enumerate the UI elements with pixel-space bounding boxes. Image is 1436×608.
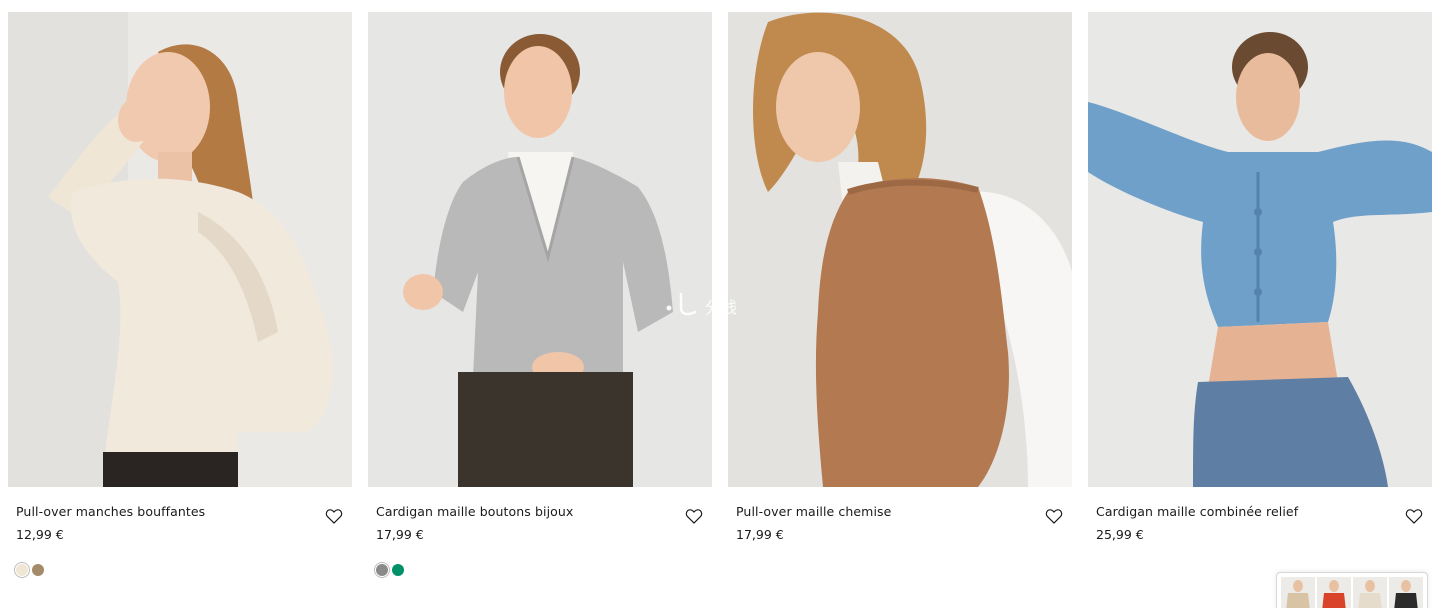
product-card[interactable]: Cardigan maille combinée relief 25,99 € xyxy=(1088,12,1432,587)
product-info: Cardigan maille boutons bijoux 17,99 € xyxy=(368,487,712,587)
product-card[interactable]: Cardigan maille boutons bijoux 17,99 € xyxy=(368,12,712,587)
product-title[interactable]: Cardigan maille combinée relief xyxy=(1096,504,1298,519)
color-swatches xyxy=(16,564,44,576)
product-info: Pull-over manches bouffantes 12,99 € xyxy=(8,487,352,587)
heart-outline-icon[interactable] xyxy=(684,506,704,526)
product-image[interactable] xyxy=(1088,12,1432,487)
product-title[interactable]: Pull-over manches bouffantes xyxy=(16,504,205,519)
heart-outline-icon[interactable] xyxy=(324,506,344,526)
product-card[interactable]: Pull-over maille chemise 17,99 € xyxy=(728,12,1072,587)
color-swatch[interactable] xyxy=(376,564,388,576)
product-image[interactable] xyxy=(728,12,1072,487)
color-swatches xyxy=(376,564,404,576)
heart-outline-icon[interactable] xyxy=(1404,506,1424,526)
color-swatch[interactable] xyxy=(392,564,404,576)
recently-viewed-bar[interactable] xyxy=(1276,572,1428,608)
color-swatch[interactable] xyxy=(16,564,28,576)
recently-viewed-thumb[interactable] xyxy=(1389,577,1423,608)
recently-viewed-thumb[interactable] xyxy=(1317,577,1351,608)
product-image[interactable] xyxy=(368,12,712,487)
product-grid: Pull-over manches bouffantes 12,99 € Car… xyxy=(8,12,1432,587)
product-price: 25,99 € xyxy=(1096,527,1144,542)
product-price: 17,99 € xyxy=(376,527,424,542)
product-title[interactable]: Pull-over maille chemise xyxy=(736,504,891,519)
product-price: 12,99 € xyxy=(16,527,64,542)
recently-viewed-thumb[interactable] xyxy=(1281,577,1315,608)
color-swatch[interactable] xyxy=(32,564,44,576)
product-price: 17,99 € xyxy=(736,527,784,542)
product-title[interactable]: Cardigan maille boutons bijoux xyxy=(376,504,573,519)
heart-outline-icon[interactable] xyxy=(1044,506,1064,526)
product-image[interactable] xyxy=(8,12,352,487)
recently-viewed-thumb[interactable] xyxy=(1353,577,1387,608)
product-info: Pull-over maille chemise 17,99 € xyxy=(728,487,1072,587)
product-card[interactable]: Pull-over manches bouffantes 12,99 € xyxy=(8,12,352,587)
